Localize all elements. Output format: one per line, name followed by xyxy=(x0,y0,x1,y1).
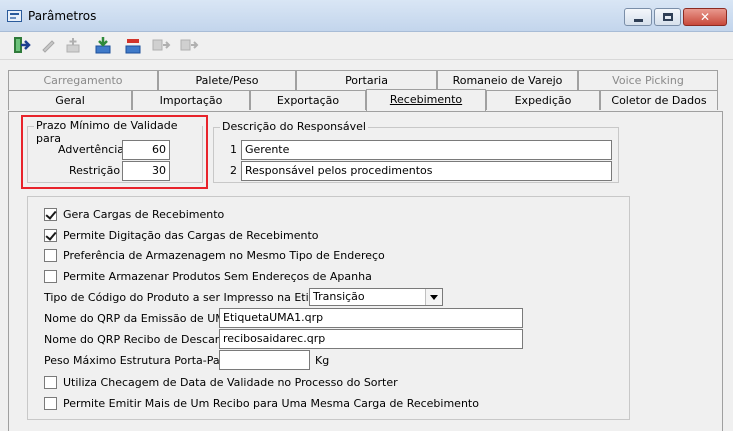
permite-digitacao-check-icon xyxy=(44,228,57,242)
maximize-button[interactable] xyxy=(654,8,681,26)
emitir-recibo-checkbox[interactable]: Permite Emitir Mais de Um Recibo para Um… xyxy=(44,395,479,411)
responsavel-row1-input[interactable]: Gerente xyxy=(241,140,612,160)
tipo-codigo-value: Transição xyxy=(313,290,365,303)
pencil-icon xyxy=(42,40,55,53)
close-icon: ✕ xyxy=(699,10,711,24)
close-button[interactable]: ✕ xyxy=(683,8,727,26)
copy-button[interactable] xyxy=(150,34,172,56)
exit-button[interactable] xyxy=(10,34,32,56)
peso-maximo-input[interactable] xyxy=(219,350,310,370)
permite-armazenar-label: Permite Armazenar Produtos Sem Endereços… xyxy=(63,269,372,283)
permite-armazenar-check-icon xyxy=(44,269,57,283)
gera-cargas-checkbox[interactable]: Gera Cargas de Recebimento xyxy=(44,206,224,222)
tab-carregamento[interactable]: Carregamento xyxy=(8,70,158,90)
tab-recebimento-label: Recebimento xyxy=(389,93,463,106)
qrp-recibo-label: Nome do QRP Recibo de Descarga xyxy=(44,333,233,346)
save-download-icon xyxy=(95,37,111,54)
peso-maximo-label: Peso Máximo Estrutura Porta-Palete xyxy=(44,354,241,367)
emitir-recibo-check-icon xyxy=(44,396,57,410)
checagem-validade-check-icon xyxy=(44,375,57,389)
tipo-codigo-label: Tipo de Código do Produto a ser Impresso… xyxy=(44,291,341,304)
emitir-recibo-label: Permite Emitir Mais de Um Recibo para Um… xyxy=(63,396,479,410)
preferencia-checkbox[interactable]: Preferência de Armazenagem no Mesmo Tipo… xyxy=(44,247,385,263)
qrp-recibo-input[interactable]: recibosaidarec.qrp xyxy=(219,329,523,349)
exit-door-icon xyxy=(14,37,31,53)
responsavel-legend: Descrição do Responsável xyxy=(220,120,368,133)
qrp-uma-input[interactable]: EtiquetaUMA1.qrp xyxy=(219,308,523,328)
preferencia-label: Preferência de Armazenagem no Mesmo Tipo… xyxy=(63,248,385,262)
save-button[interactable] xyxy=(92,34,114,56)
responsavel-row2-input[interactable]: Responsável pelos procedimentos xyxy=(241,161,612,181)
permite-digitacao-checkbox[interactable]: Permite Digitação das Cargas de Recebime… xyxy=(44,227,319,243)
tipo-codigo-select[interactable]: Transição xyxy=(309,288,443,306)
highlight-box xyxy=(21,115,208,189)
responsavel-row1-number: 1 xyxy=(230,143,237,156)
tab-expedicao[interactable]: Expedição xyxy=(486,90,600,110)
tab-palete-peso[interactable]: Palete/Peso xyxy=(158,70,296,90)
chevron-down-icon[interactable] xyxy=(425,289,442,305)
minimize-icon xyxy=(634,19,643,22)
edit-button[interactable] xyxy=(37,34,59,56)
tab-coletor-de-dados[interactable]: Coletor de Dados xyxy=(600,90,718,110)
cancel-button[interactable] xyxy=(122,34,144,56)
copy-icon xyxy=(152,39,171,51)
add-icon xyxy=(66,38,80,53)
toolbar xyxy=(0,32,733,60)
tab-romaneio-de-varejo[interactable]: Romaneio de Varejo xyxy=(437,70,578,90)
app-window-icon xyxy=(7,10,22,22)
peso-unit-label: Kg xyxy=(315,354,330,367)
title-bar: Parâmetros ✕ xyxy=(0,0,733,32)
export-button[interactable] xyxy=(178,34,200,56)
permite-digitacao-label: Permite Digitação das Cargas de Recebime… xyxy=(63,228,319,242)
window-title: Parâmetros xyxy=(28,9,97,23)
tab-exportacao[interactable]: Exportação xyxy=(250,90,366,110)
cancel-icon xyxy=(125,39,141,54)
qrp-uma-label: Nome do QRP da Emissão de UMA xyxy=(44,312,233,325)
tab-importacao[interactable]: Importação xyxy=(132,90,250,110)
add-button[interactable] xyxy=(62,34,84,56)
tab-geral[interactable]: Geral xyxy=(8,90,132,110)
gera-cargas-check-icon xyxy=(44,207,57,221)
checagem-validade-label: Utiliza Checagem de Data de Validade no … xyxy=(63,375,398,389)
minimize-button[interactable] xyxy=(624,8,652,26)
checagem-validade-checkbox[interactable]: Utiliza Checagem de Data de Validade no … xyxy=(44,374,398,390)
tab-portaria[interactable]: Portaria xyxy=(296,70,437,90)
tab-strip: Carregamento Palete/Peso Portaria Romane… xyxy=(8,70,723,112)
maximize-icon xyxy=(663,13,673,21)
responsavel-row2-number: 2 xyxy=(230,164,237,177)
gera-cargas-label: Gera Cargas de Recebimento xyxy=(63,207,225,221)
tab-voice-picking[interactable]: Voice Picking xyxy=(578,70,718,90)
export-icon xyxy=(180,39,199,51)
permite-armazenar-checkbox[interactable]: Permite Armazenar Produtos Sem Endereços… xyxy=(44,268,372,284)
preferencia-check-icon xyxy=(44,248,57,262)
tab-recebimento[interactable]: Recebimento xyxy=(366,89,486,111)
